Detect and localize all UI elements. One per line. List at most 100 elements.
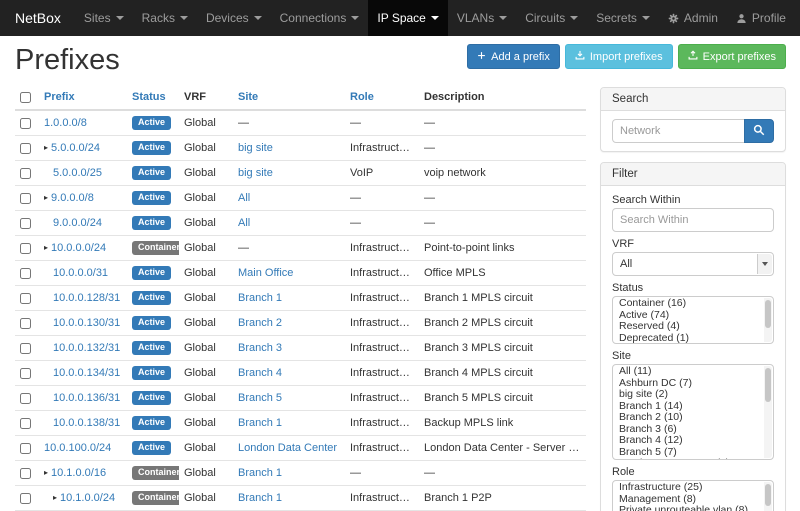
site-filter-option[interactable]: big site (2) <box>613 389 773 401</box>
add-prefix-button[interactable]: Add a prefix <box>467 44 560 69</box>
prefix-link[interactable]: 1.0.0.0/8 <box>44 117 87 129</box>
site-link[interactable]: Branch 5 <box>238 392 282 404</box>
column-header-role[interactable]: Role <box>345 86 419 110</box>
prefix-link[interactable]: 10.0.0.0/24 <box>51 242 106 254</box>
prefix-link[interactable]: 10.0.0.130/31 <box>53 317 120 329</box>
admin-link[interactable]: Admin <box>659 0 727 36</box>
search-within-input[interactable] <box>612 208 774 232</box>
prefix-link[interactable]: 10.1.0.0/16 <box>51 467 106 479</box>
row-checkbox[interactable] <box>20 218 31 229</box>
role-filter-option[interactable]: Management (8) <box>613 494 773 506</box>
row-checkbox[interactable] <box>20 468 31 479</box>
site-link[interactable]: Branch 1 <box>238 292 282 304</box>
site-filter-option[interactable]: Branch 2 (10) <box>613 412 773 424</box>
description-cell: voip network <box>419 161 586 186</box>
status-filter-option[interactable]: Container (16) <box>613 298 773 310</box>
nav-item-vlans[interactable]: VLANs <box>448 0 516 36</box>
scrollbar[interactable] <box>764 482 772 511</box>
role-filter-listbox[interactable]: Infrastructure (25)Management (8)Private… <box>612 480 774 511</box>
nav-item-circuits[interactable]: Circuits <box>516 0 587 36</box>
nav-item-racks[interactable]: Racks <box>133 0 197 36</box>
prefix-link[interactable]: 5.0.0.0/24 <box>51 142 100 154</box>
vrf-select[interactable]: All <box>612 252 774 276</box>
search-input[interactable] <box>612 119 745 143</box>
row-checkbox[interactable] <box>20 418 31 429</box>
status-filter-option[interactable]: Reserved (4) <box>613 321 773 333</box>
nav-item-secrets[interactable]: Secrets <box>587 0 659 36</box>
scrollbar[interactable] <box>764 366 772 458</box>
row-checkbox[interactable] <box>20 243 31 254</box>
chevron-down-icon <box>642 16 650 20</box>
site-link[interactable]: London Data Center <box>238 442 337 454</box>
site-filter-option[interactable]: All (11) <box>613 366 773 378</box>
prefix-link[interactable]: 10.0.0.132/31 <box>53 342 120 354</box>
vrf-cell: Global <box>179 161 233 186</box>
description-cell: Branch 4 MPLS circuit <box>419 361 586 386</box>
brand-logo[interactable]: NetBox <box>0 0 75 36</box>
search-button[interactable] <box>744 119 774 143</box>
row-checkbox[interactable] <box>20 318 31 329</box>
site-filter-option[interactable]: Branch 1 (14) <box>613 401 773 413</box>
site-filter-option[interactable]: Branch 4 (12) <box>613 435 773 447</box>
site-link[interactable]: Branch 3 <box>238 342 282 354</box>
nav-item-devices[interactable]: Devices <box>197 0 271 36</box>
prefix-link[interactable]: 10.1.0.0/24 <box>60 492 115 504</box>
row-checkbox[interactable] <box>20 393 31 404</box>
nav-item-sites[interactable]: Sites <box>75 0 133 36</box>
site-link[interactable]: Branch 2 <box>238 317 282 329</box>
row-checkbox[interactable] <box>20 368 31 379</box>
status-filter-listbox[interactable]: Container (16)Active (74)Reserved (4)Dep… <box>612 296 774 344</box>
prefix-link[interactable]: 9.0.0.0/24 <box>53 217 102 229</box>
row-checkbox[interactable] <box>20 493 31 504</box>
prefix-link[interactable]: 10.0.0.0/31 <box>53 267 108 279</box>
status-filter-option[interactable]: Deprecated (1) <box>613 333 773 345</box>
profile-link[interactable]: Profile <box>727 0 795 36</box>
select-all-checkbox[interactable] <box>20 92 31 103</box>
site-link[interactable]: Branch 4 <box>238 367 282 379</box>
prefix-link[interactable]: 5.0.0.0/25 <box>53 167 102 179</box>
site-filter-option[interactable]: Branch 5 (7) <box>613 447 773 459</box>
search-panel-title: Search <box>601 88 785 111</box>
nav-item-ip-space[interactable]: IP Space <box>368 0 447 36</box>
site-filter-option[interactable]: London Data Center (8) <box>613 458 773 460</box>
prefix-link[interactable]: 10.0.0.134/31 <box>53 367 120 379</box>
site-link[interactable]: Branch 1 <box>238 417 282 429</box>
row-checkbox[interactable] <box>20 168 31 179</box>
prefix-link[interactable]: 10.0.100.0/24 <box>44 442 111 454</box>
user-icon <box>736 13 747 24</box>
prefix-link[interactable]: 10.0.0.138/31 <box>53 417 120 429</box>
site-link[interactable]: Main Office <box>238 267 293 279</box>
column-header-description: Description <box>419 86 586 110</box>
site-filter-listbox[interactable]: All (11)Ashburn DC (7)big site (2)Branch… <box>612 364 774 460</box>
nav-item-connections[interactable]: Connections <box>271 0 369 36</box>
row-checkbox[interactable] <box>20 118 31 129</box>
row-checkbox[interactable] <box>20 443 31 454</box>
site-link[interactable]: All <box>238 192 250 204</box>
row-checkbox[interactable] <box>20 268 31 279</box>
site-filter-option[interactable]: Branch 3 (6) <box>613 424 773 436</box>
scrollbar[interactable] <box>764 298 772 342</box>
site-link[interactable]: big site <box>238 167 273 179</box>
column-header-prefix[interactable]: Prefix <box>39 86 127 110</box>
site-link[interactable]: Branch 1 <box>238 492 282 504</box>
prefix-link[interactable]: 10.0.0.128/31 <box>53 292 120 304</box>
row-checkbox[interactable] <box>20 143 31 154</box>
prefix-link[interactable]: 9.0.0.0/8 <box>51 192 94 204</box>
row-checkbox[interactable] <box>20 193 31 204</box>
site-filter-option[interactable]: Ashburn DC (7) <box>613 378 773 390</box>
row-checkbox[interactable] <box>20 293 31 304</box>
prefix-link[interactable]: 10.0.0.136/31 <box>53 392 120 404</box>
site-link[interactable]: Branch 1 <box>238 467 282 479</box>
role-filter-option[interactable]: Infrastructure (25) <box>613 482 773 494</box>
export-prefixes-button[interactable]: Export prefixes <box>678 44 786 69</box>
column-header-site[interactable]: Site <box>233 86 345 110</box>
role-filter-option[interactable]: Private unrouteable vlan (8) <box>613 505 773 511</box>
expand-arrow-icon: ▸ <box>44 193 48 202</box>
import-prefixes-button[interactable]: Import prefixes <box>565 44 673 69</box>
status-filter-option[interactable]: Active (74) <box>613 310 773 322</box>
column-header-status[interactable]: Status <box>127 86 179 110</box>
site-link[interactable]: big site <box>238 142 273 154</box>
logout-link[interactable]: Log out <box>795 0 800 36</box>
row-checkbox[interactable] <box>20 343 31 354</box>
site-link[interactable]: All <box>238 217 250 229</box>
